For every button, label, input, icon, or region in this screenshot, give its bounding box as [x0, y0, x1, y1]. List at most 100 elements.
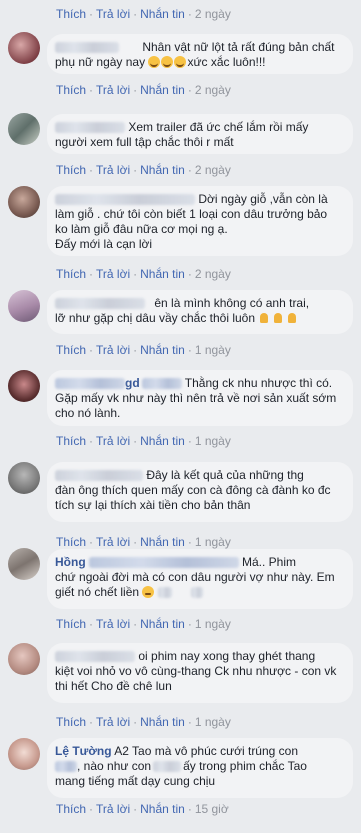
worried-emoji-icon [142, 586, 155, 598]
like-link[interactable]: Thích [56, 83, 86, 97]
like-link[interactable]: Thích [56, 802, 86, 816]
like-link[interactable]: Thích [56, 535, 86, 549]
reply-link[interactable]: Trả lời [96, 267, 130, 281]
timestamp: 1 ngày [194, 715, 231, 729]
comment-text-line1: Đây là kết quả của những thg [146, 468, 304, 482]
comment-actions: Thích · Trả lời · Nhắn tin · 2 ngày [56, 163, 231, 177]
like-link[interactable]: Thích [56, 343, 86, 357]
blurred-author-name[interactable] [55, 122, 125, 134]
comment-actions: Thích · Trả lời · Nhắn tin · 1 ngày [56, 617, 231, 631]
reply-link[interactable]: Trả lời [96, 163, 130, 177]
timestamp: 2 ngày [194, 163, 231, 177]
comment-bubble: oi phim nay xong thay ghét thang kiệt vo… [47, 643, 353, 703]
blurred-tag [153, 761, 182, 773]
blurred-author-name[interactable] [55, 651, 135, 663]
comment-text-line1: Dời ngày giỗ ,vẫn còn là [198, 192, 328, 206]
comment-actions: Thích · Trả lời · Nhắn tin · 1 ngày [56, 343, 231, 357]
comment-bubble: Xem trailer đã ức chế lắm rồi mấy người … [47, 114, 353, 154]
reply-link[interactable]: Trả lời [96, 617, 130, 631]
comment-text: đàn ông thích quen mấy con cà đông cà đà… [55, 483, 331, 512]
folded-hands-icon [272, 312, 284, 323]
like-link[interactable]: Thích [56, 163, 86, 177]
comment-actions: Thích · Trả lời · Nhắn tin · 15 giờ [56, 802, 229, 816]
comment-thread: Thích · Trả lời · Nhắn tin · 2 ngày Nhân vật n… [0, 0, 361, 833]
comment-text: lỡ như gặp chị dâu vầy chắc thôi luôn [55, 311, 256, 325]
avatar[interactable] [8, 370, 40, 402]
laugh-emoji-icon [174, 56, 187, 68]
blurred-author-name[interactable] [55, 298, 145, 310]
comment-actions: Thích · Trả lời · Nhắn tin · 2 ngày [56, 267, 231, 281]
timestamp: 1 ngày [194, 343, 231, 357]
blurred-tag [157, 587, 172, 599]
message-link[interactable]: Nhắn tin [140, 83, 185, 97]
avatar[interactable] [8, 643, 40, 675]
timestamp: 2 ngày [194, 83, 231, 97]
message-link[interactable]: Nhắn tin [140, 343, 185, 357]
like-link[interactable]: Thích [56, 7, 86, 21]
timestamp: 2 ngày [194, 267, 231, 281]
comment-text-line1: oi phim nay xong thay ghét thang [138, 649, 316, 663]
blurred-author-name[interactable] [55, 42, 119, 54]
like-link[interactable]: Thích [56, 617, 86, 631]
timestamp: 1 ngày [194, 617, 231, 631]
message-link[interactable]: Nhắn tin [140, 267, 185, 281]
comment-text: kiệt voi nhỏ vo vô cùng-thang Ck nhu như… [55, 664, 337, 693]
comment-text-mid2: ấy trong phim chắc Tao [183, 759, 307, 773]
avatar[interactable] [8, 32, 40, 64]
avatar[interactable] [8, 738, 40, 770]
blurred-author-name[interactable] [55, 470, 143, 482]
reply-link[interactable]: Trả lời [96, 343, 130, 357]
blurred-tag [191, 587, 204, 599]
message-link[interactable]: Nhắn tin [140, 617, 185, 631]
comment-author[interactable]: Lệ Tường [55, 744, 112, 758]
comment-bubble: Hồng Má.. Phim chứ ngoài đời mà có con d… [47, 549, 353, 609]
comment-bubble: Lệ Tường A2 Tao mà vô phúc cưới trúng co… [47, 738, 353, 798]
comment-bubble: Đây là kết quả của những thg đàn ông thí… [47, 462, 353, 522]
like-link[interactable]: Thích [56, 267, 86, 281]
comment-bubble: gd Thằng ck nhu nhược thì có. Gặp mấy vk… [47, 370, 353, 426]
message-link[interactable]: Nhắn tin [140, 434, 185, 448]
comment-actions: Thích · Trả lời · Nhắn tin · 1 ngày [56, 535, 231, 549]
comment-actions: Thích · Trả lời · Nhắn tin · 2 ngày [56, 7, 231, 21]
comment-actions: Thích · Trả lời · Nhắn tin · 2 ngày [56, 83, 231, 97]
reply-link[interactable]: Trả lời [96, 535, 130, 549]
blurred-tag[interactable] [55, 761, 77, 773]
comment-text-mid: , nào như con [77, 759, 152, 773]
reply-link[interactable]: Trả lời [96, 83, 130, 97]
message-link[interactable]: Nhắn tin [140, 535, 185, 549]
timestamp: 15 giờ [194, 802, 229, 816]
like-link[interactable]: Thích [56, 715, 86, 729]
message-link[interactable]: Nhắn tin [140, 715, 185, 729]
like-link[interactable]: Thích [56, 434, 86, 448]
comment-text-line1: Thằng ck nhu nhược thì có. [184, 376, 333, 390]
avatar[interactable] [8, 290, 40, 322]
comment-bubble: ên là mình không có anh trai, lỡ như gặp… [47, 290, 353, 334]
avatar[interactable] [8, 186, 40, 218]
blurred-author-name[interactable] [55, 378, 125, 390]
comment-text-tail: xức xắc luôn!!! [187, 55, 266, 69]
reply-link[interactable]: Trả lời [96, 715, 130, 729]
laugh-emoji-icon [148, 56, 161, 68]
message-link[interactable]: Nhắn tin [140, 7, 185, 21]
reply-link[interactable]: Trả lời [96, 7, 130, 21]
comment-author-fragment[interactable]: Hồng [55, 555, 86, 569]
avatar[interactable] [8, 113, 40, 145]
blurred-author-name[interactable] [55, 194, 195, 206]
message-link[interactable]: Nhắn tin [140, 163, 185, 177]
blurred-author-name[interactable] [141, 378, 182, 390]
comment-text-line3: Đấy mới là cạn lời [55, 237, 153, 251]
comment-text-line1: Má.. Phim [242, 555, 297, 569]
comment-text-line1: A2 Tao mà vô phúc cưới trúng con [114, 744, 299, 758]
comment-author-fragment[interactable]: gd [125, 376, 140, 390]
avatar[interactable] [8, 462, 40, 494]
comment-text: mang tiếng mất dạy cung chịu [55, 774, 216, 788]
reply-link[interactable]: Trả lời [96, 434, 130, 448]
comment-text-line1: ên là mình không có anh trai, [154, 296, 310, 310]
timestamp: 2 ngày [194, 7, 231, 21]
blurred-author-name[interactable] [88, 557, 239, 569]
message-link[interactable]: Nhắn tin [140, 802, 185, 816]
reply-link[interactable]: Trả lời [96, 802, 130, 816]
avatar[interactable] [8, 548, 40, 580]
comment-bubble: Dời ngày giỗ ,vẫn còn là làm giỗ . chứ t… [47, 186, 353, 256]
comment-text: Gặp mấy vk như này thì nên trả về nơi sả… [55, 391, 337, 420]
